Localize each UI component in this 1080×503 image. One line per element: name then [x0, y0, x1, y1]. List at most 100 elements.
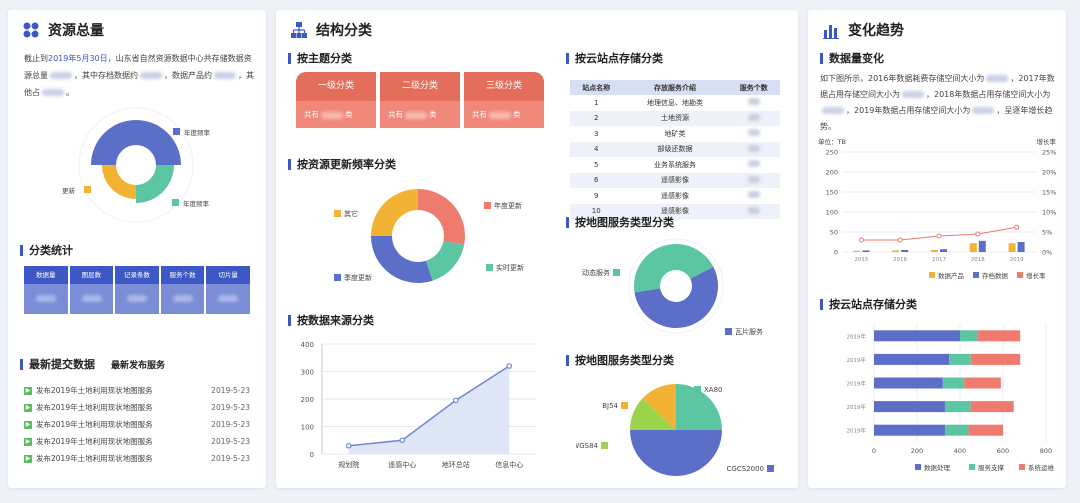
legend-swatch	[173, 128, 180, 135]
data-point	[399, 437, 406, 444]
blurred-value	[140, 72, 162, 79]
list-item[interactable]: ▶ 发布2019年土地利用现状地图服务 2019-5-23	[24, 382, 250, 399]
arrow-icon: ▶	[24, 403, 32, 412]
trend-panel: 变化趋势 数据量变化 如下图所示，2016年数据耗费存储空间大小为 ，2017年数…	[808, 10, 1066, 488]
volume-change-title: 数据量变化	[820, 50, 884, 66]
legend-swatch	[929, 272, 935, 278]
legend-label: 实时更新	[496, 263, 524, 272]
map-service-title-2-text: 按地图服务类型分类	[575, 354, 674, 367]
news-title[interactable]: 发布2019年土地利用现状地图服务	[36, 385, 211, 396]
table-row[interactable]: 1 地理信息、地勘类	[570, 95, 780, 111]
list-item[interactable]: ▶ 发布2019年土地利用现状地图服务 2019-5-23	[24, 399, 250, 416]
table-row[interactable]: 3 地矿类	[570, 126, 780, 142]
news-list: ▶ 发布2019年土地利用现状地图服务 2019-5-23 ▶ 发布2019年土地利用…	[24, 382, 250, 467]
tab-level-2[interactable]: 二级分类 共有 类	[380, 72, 460, 128]
list-item[interactable]: ▶ 发布2019年土地利用现状地图服务 2019-5-23	[24, 450, 250, 467]
cloud-storage-title-text: 按云站点存储分类	[829, 298, 917, 311]
cloud-storage-title: 按云站点存储分类	[820, 296, 917, 312]
table-header: 存放服务介绍	[622, 80, 728, 95]
x-tick-label: 2019	[1010, 257, 1024, 263]
x-tick-label: 2016	[893, 257, 907, 263]
news-date: 2019-5-23	[211, 454, 250, 463]
latest-data-title-text[interactable]: 最新提交数据	[29, 356, 95, 372]
news-title[interactable]: 发布2019年土地利用现状地图服务	[36, 419, 211, 430]
list-item[interactable]: ▶ 发布2019年土地利用现状地图服务 2019-5-23	[24, 433, 250, 450]
legend-swatch	[694, 386, 701, 393]
tab-count: 共有 类	[464, 101, 544, 128]
rose-label-1: 年度频率	[184, 128, 211, 137]
table-row[interactable]: 2 土地资源	[570, 110, 780, 126]
news-date: 2019-5-23	[211, 386, 250, 395]
y-tick-label: 250	[826, 149, 838, 157]
y-tick-label: 2019年	[847, 427, 867, 435]
stat-column: 切片量	[206, 266, 250, 314]
news-title[interactable]: 发布2019年土地利用现状地图服务	[36, 453, 211, 464]
stacked-bar-segment	[874, 377, 943, 389]
table-row[interactable]: 9 遥感影像	[570, 188, 780, 204]
growth-point	[975, 231, 981, 237]
y-tick-label: 0	[834, 249, 838, 257]
y-tick-label: 100	[826, 209, 838, 217]
cell-count	[727, 203, 780, 219]
tab-level-3[interactable]: 三级分类 共有 类	[464, 72, 544, 128]
intro-text: ，2018年数据占用存储空间大小为	[926, 90, 1051, 99]
tab-latest-services[interactable]: 最新发布服务	[111, 358, 165, 371]
freq-class-title-text: 按资源更新频率分类	[297, 158, 396, 171]
x-tick-label: 遥感中心	[388, 460, 416, 469]
tab-level-1[interactable]: 一级分类 共有 类	[296, 72, 376, 128]
y-tick-label: 0	[310, 451, 314, 459]
stacked-bar-segment	[874, 424, 945, 436]
donut-hole	[661, 271, 691, 301]
freq-class-title: 按资源更新频率分类	[288, 156, 396, 172]
resource-total-panel: 资源总量 截止到2019年5月30日，山东省自然资源数据中心共存储数据资源总量，…	[8, 10, 266, 488]
coordinate-system-pie: XA80 CGCS2000 WGS84 BJ54	[576, 384, 774, 476]
blurred-value	[321, 111, 343, 119]
x-tick-label: 规划院	[338, 460, 359, 469]
intro-text: ，其中存档数据约	[74, 71, 138, 80]
stacked-bar-segment	[874, 353, 950, 365]
rose-slice-2	[102, 165, 136, 199]
volume-change-title-text: 数据量变化	[829, 52, 884, 65]
blurred-value	[972, 107, 995, 114]
stat-column: 服务个数	[160, 266, 205, 314]
legend-label: CGCS2000	[727, 465, 764, 473]
cloud-storage-bar-chart: 0 200 400 600 800 2019年 2019年 2019年 2019年 2019年数据…	[847, 324, 1055, 472]
map-service-title: 按地图服务类型分类	[566, 214, 674, 230]
category-stats-table: 数据量 图层数 记录条数 服务个数 切片量	[24, 266, 250, 314]
table-row[interactable]: 6 遥感影像	[570, 172, 780, 188]
resource-total-title: 资源总量	[22, 20, 104, 40]
arrow-icon: ▶	[24, 437, 32, 446]
list-item[interactable]: ▶ 发布2019年土地利用现状地图服务 2019-5-23	[24, 416, 250, 433]
x-tick-label: 600	[997, 447, 1009, 455]
tab-label: 二级分类	[380, 72, 460, 101]
y-tick-label: 300	[301, 369, 314, 377]
bar	[1017, 242, 1025, 252]
tab-count-suffix: 类	[429, 110, 437, 119]
category-stats-title: 分类统计	[20, 242, 73, 258]
intro-text: ，数据产品约	[164, 71, 212, 80]
y-tick-label: 100	[301, 424, 314, 432]
table-row[interactable]: 4 部级还数据	[570, 141, 780, 157]
stacked-bar-segment	[874, 401, 945, 413]
legend-label: 增长率	[1026, 271, 1046, 280]
legend-swatch	[486, 264, 493, 271]
news-title[interactable]: 发布2019年土地利用现状地图服务	[36, 402, 211, 413]
stat-value	[115, 284, 159, 314]
table-row[interactable]: 5 业务系统服务	[570, 157, 780, 173]
bar	[862, 250, 870, 252]
area-fill	[348, 366, 510, 454]
legend-swatch	[915, 464, 921, 470]
x-tick-label: 地环总站	[442, 460, 470, 469]
cell-count	[728, 188, 781, 204]
legend-swatch	[1019, 464, 1025, 470]
table-header: 站点名称	[570, 80, 623, 95]
legend-label: 存档数据	[982, 271, 1009, 280]
blurred-value	[214, 72, 236, 79]
legend-label: 瓦片服务	[735, 327, 763, 336]
news-title[interactable]: 发布2019年土地利用现状地图服务	[36, 436, 211, 447]
cell-desc: 部级还数据	[622, 141, 728, 157]
rose-label-2: 更新	[62, 186, 76, 195]
y-tick-label: 400	[301, 341, 314, 349]
map-service-title-text: 按地图服务类型分类	[575, 216, 674, 229]
cell-id: 4	[570, 141, 623, 157]
